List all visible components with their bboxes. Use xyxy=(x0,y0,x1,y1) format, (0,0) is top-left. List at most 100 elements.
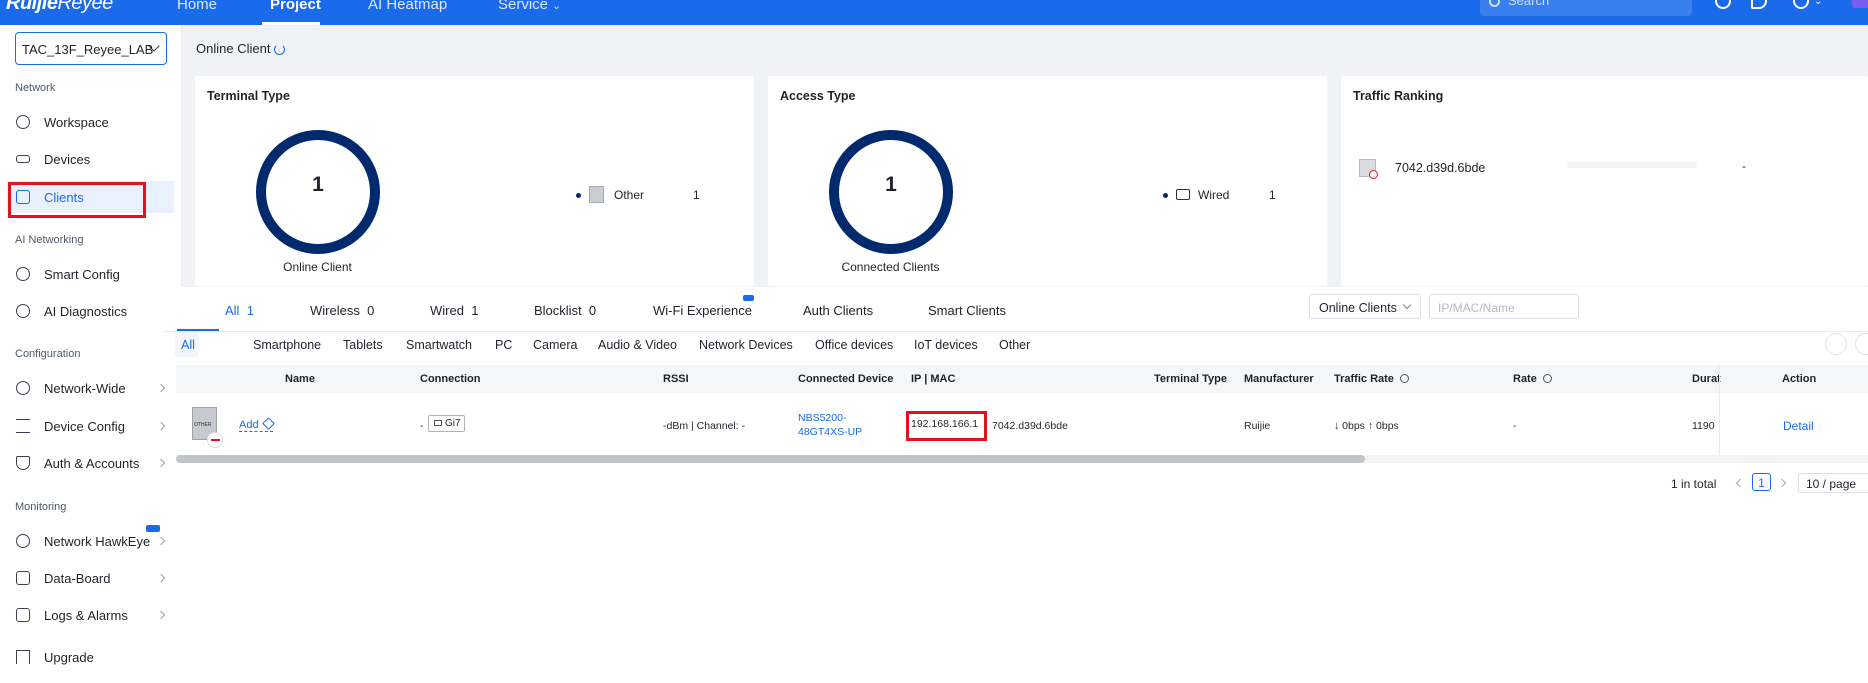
message-icon[interactable] xyxy=(1751,0,1767,9)
sidebar-item-label: Network HawkEye xyxy=(44,534,151,549)
sidebar-item-smart-config[interactable]: Smart Config xyxy=(7,258,174,290)
card-title: Terminal Type xyxy=(207,89,290,103)
subtab-office-devices[interactable]: Office devices xyxy=(815,338,893,352)
subtab-camera[interactable]: Camera xyxy=(533,338,577,352)
chevron-down-icon[interactable]: ⌄ xyxy=(1814,0,1822,7)
section-configuration: Configuration xyxy=(15,348,81,360)
chevron-right-icon[interactable] xyxy=(1777,478,1787,488)
sidebar: TAC_13F_Reyee_LAB Network Workspace Devi… xyxy=(0,25,182,683)
terminal-type-ring: 1 xyxy=(256,130,380,254)
access-type-ring: 1 xyxy=(829,130,953,254)
nav-service[interactable]: Service ⌄ xyxy=(498,0,561,13)
sidebar-item-logs-alarms[interactable]: Logs & Alarms xyxy=(7,599,174,631)
workspace-icon xyxy=(16,115,30,129)
traffic-rank-client[interactable]: 7042.d39d.6bde xyxy=(1395,161,1485,175)
client-status-value: Online Clients xyxy=(1319,301,1397,315)
legend-dot xyxy=(1163,193,1168,198)
subtab-tablets[interactable]: Tablets xyxy=(343,338,383,352)
tab-wireless[interactable]: Wireless 0 xyxy=(310,303,374,318)
sidebar-item-network-hawkeye[interactable]: Network HawkEye xyxy=(7,525,174,557)
chevron-right-icon xyxy=(156,421,166,431)
subtab-smartwatch[interactable]: Smartwatch xyxy=(406,338,472,352)
sidebar-item-label: Auth & Accounts xyxy=(44,456,140,471)
sidebar-item-label: Network-Wide xyxy=(44,381,126,396)
info-icon[interactable] xyxy=(1542,374,1552,383)
legend-dot xyxy=(576,193,581,198)
refresh-icon[interactable] xyxy=(274,44,285,55)
highlight-box-clients xyxy=(8,182,146,218)
tab-auth-clients[interactable]: Auth Clients xyxy=(803,303,873,318)
connected-device-link[interactable]: NBS5200-48GT4XS-UP xyxy=(798,411,888,439)
subtab-iot-devices[interactable]: IoT devices xyxy=(914,338,978,352)
info-icon[interactable] xyxy=(1399,374,1409,383)
nav-ai-heatmap[interactable]: AI Heatmap xyxy=(368,0,447,13)
detail-link[interactable]: Detail xyxy=(1783,419,1814,433)
globe-icon[interactable] xyxy=(1793,0,1809,9)
tab-smart-clients[interactable]: Smart Clients xyxy=(928,303,1006,318)
subtab-network-devices[interactable]: Network Devices xyxy=(699,338,793,352)
duration-value: 1190 xyxy=(1692,420,1715,432)
column-settings-icon[interactable] xyxy=(1825,333,1847,355)
export-icon[interactable] xyxy=(1855,333,1868,355)
horizontal-scrollbar[interactable] xyxy=(176,455,1868,463)
tab-blocklist[interactable]: Blocklist 0 xyxy=(534,303,596,318)
subtab-pc[interactable]: PC xyxy=(495,338,512,352)
chevron-right-icon xyxy=(156,458,166,468)
legend-name: Other xyxy=(614,188,645,202)
logo-brand: Ruijie xyxy=(6,0,58,14)
logo[interactable]: RuijieReyee xyxy=(6,0,113,15)
subtab-audio-video[interactable]: Audio & Video xyxy=(598,338,677,352)
chevron-right-icon xyxy=(156,610,166,620)
chevron-right-icon xyxy=(156,573,166,583)
tab-all[interactable]: All 1 xyxy=(225,303,254,318)
sidebar-item-device-config[interactable]: Device Config xyxy=(7,410,174,442)
column-header-rssi: RSSI xyxy=(663,373,689,385)
page-size-select[interactable]: 10 / page xyxy=(1798,473,1868,493)
sidebar-item-label: Smart Config xyxy=(44,267,120,282)
fixed-column-divider xyxy=(1719,365,1720,459)
global-search-input[interactable]: Search xyxy=(1480,0,1692,16)
client-thumbnail xyxy=(1359,159,1378,179)
traffic-rank-value: - xyxy=(1742,159,1746,173)
sidebar-item-ai-diagnostics[interactable]: AI Diagnostics xyxy=(7,295,174,327)
client-type-thumbnail: OTHER xyxy=(192,407,223,448)
sidebar-item-label: Data-Board xyxy=(44,571,111,586)
section-ai-networking: AI Networking xyxy=(15,234,84,246)
sidebar-item-upgrade[interactable]: Upgrade xyxy=(7,641,174,673)
subtab-smartphone[interactable]: Smartphone xyxy=(253,338,321,352)
tab-wired[interactable]: Wired 1 xyxy=(430,303,478,318)
nav-project[interactable]: Project xyxy=(270,0,321,13)
add-client-name-link[interactable]: Add xyxy=(239,417,275,432)
shield-icon xyxy=(16,456,30,470)
subtab-all[interactable]: All xyxy=(181,338,195,352)
client-status-select[interactable]: Online Clients xyxy=(1309,294,1421,319)
column-header-connected-device: Connected Device xyxy=(798,373,894,385)
traffic-rank-bar xyxy=(1567,162,1697,168)
client-search-placeholder: IP/MAC/Name xyxy=(1438,301,1515,315)
client-search-input[interactable]: IP/MAC/Name xyxy=(1429,294,1579,319)
pagination-page-1[interactable]: 1 xyxy=(1752,473,1771,491)
column-header-terminal-type: Terminal Type xyxy=(1154,373,1227,385)
scrollbar-thumb[interactable] xyxy=(176,455,1365,463)
sidebar-item-auth-accounts[interactable]: Auth & Accounts xyxy=(7,447,174,479)
tab-wifi-experience[interactable]: Wi-Fi Experience xyxy=(653,303,752,318)
sidebar-item-data-board[interactable]: Data-Board xyxy=(7,562,174,594)
column-header-label: Traffic Rate xyxy=(1334,373,1394,385)
sidebar-item-workspace[interactable]: Workspace xyxy=(7,106,174,138)
column-header-rate: Rate xyxy=(1513,373,1552,385)
avatar[interactable] xyxy=(1852,0,1868,8)
tab-label: Blocklist xyxy=(534,303,582,318)
add-circle-icon[interactable] xyxy=(1715,0,1731,9)
chevron-right-icon xyxy=(156,383,166,393)
ethernet-port-icon xyxy=(434,420,442,426)
sidebar-item-network-wide[interactable]: Network-Wide xyxy=(7,372,174,404)
column-header-action: Action xyxy=(1782,373,1817,385)
sidebar-item-devices[interactable]: Devices xyxy=(7,143,174,175)
subtab-other[interactable]: Other xyxy=(999,338,1030,352)
chevron-left-icon[interactable] xyxy=(1735,478,1745,488)
project-select[interactable]: TAC_13F_Reyee_LAB xyxy=(15,32,167,65)
project-select-value: TAC_13F_Reyee_LAB xyxy=(22,42,154,57)
gear-icon xyxy=(16,381,30,395)
nav-home[interactable]: Home xyxy=(177,0,217,13)
upgrade-icon xyxy=(16,650,30,664)
